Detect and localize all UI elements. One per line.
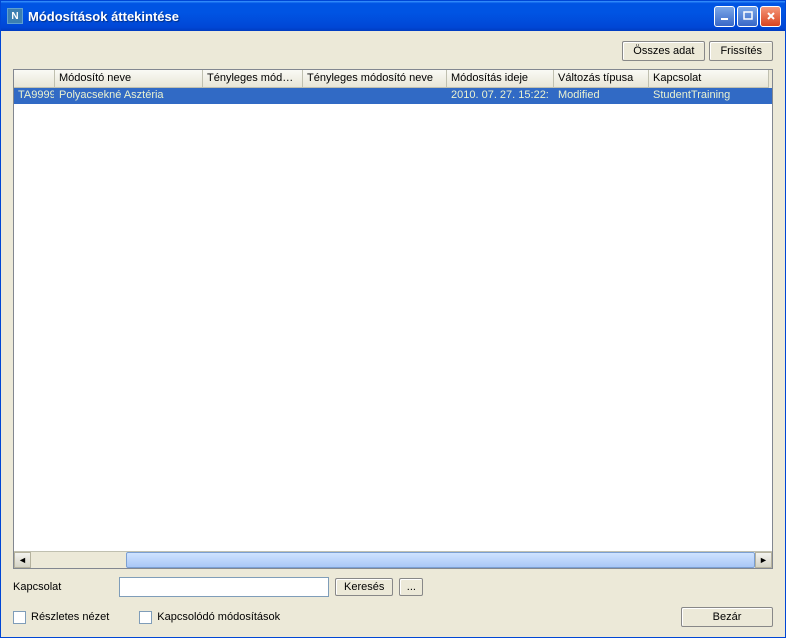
- scroll-thumb[interactable]: [126, 552, 755, 568]
- data-grid[interactable]: Módosító neve Tényleges módos... Tényleg…: [13, 69, 773, 569]
- all-data-button[interactable]: Összes adat: [622, 41, 705, 61]
- column-header-modifier-name[interactable]: Módosító neve: [55, 70, 203, 88]
- table-header-row: Módosító neve Tényleges módos... Tényleg…: [14, 70, 772, 88]
- cell-id: TA9999: [14, 88, 55, 104]
- window-close-button[interactable]: [760, 6, 781, 27]
- column-header-mod-time[interactable]: Módosítás ideje: [447, 70, 554, 88]
- cell-modifier-name: Polyacsekné Asztéria: [55, 88, 203, 104]
- scroll-right-button[interactable]: ►: [755, 552, 772, 568]
- minimize-button[interactable]: [714, 6, 735, 27]
- column-header-id[interactable]: [14, 70, 55, 88]
- search-label: Kapcsolat: [13, 581, 113, 593]
- scroll-left-button[interactable]: ◄: [14, 552, 31, 568]
- column-header-actual-modifier-name[interactable]: Tényleges módosító neve: [303, 70, 447, 88]
- checkbox-box: [13, 611, 26, 624]
- search-row: Kapcsolat Keresés ...: [13, 569, 773, 607]
- table-body: TA9999 Polyacsekné Asztéria 2010. 07. 27…: [14, 88, 772, 551]
- triangle-right-icon: ►: [759, 555, 768, 565]
- maximize-icon: [743, 11, 753, 21]
- horizontal-scrollbar[interactable]: ◄ ►: [14, 551, 772, 568]
- column-header-change-type[interactable]: Változás típusa: [554, 70, 649, 88]
- close-button[interactable]: Bezár: [681, 607, 773, 627]
- scroll-spacer: [31, 552, 126, 568]
- cell-relation: StudentTraining: [649, 88, 769, 104]
- client-area: Összes adat Frissítés Módosító neve Tény…: [1, 31, 785, 637]
- titlebar[interactable]: N Módosítások áttekintése: [1, 1, 785, 31]
- cell-change-type: Modified: [554, 88, 649, 104]
- close-icon: [766, 11, 776, 21]
- search-input[interactable]: [119, 577, 329, 597]
- scroll-track[interactable]: [31, 552, 755, 568]
- related-mods-label: Kapcsolódó módosítások: [157, 611, 280, 623]
- column-header-relation[interactable]: Kapcsolat: [649, 70, 769, 88]
- checkbox-box: [139, 611, 152, 624]
- bottom-row: Részletes nézet Kapcsolódó módosítások B…: [13, 607, 773, 627]
- maximize-button[interactable]: [737, 6, 758, 27]
- more-button[interactable]: ...: [399, 578, 423, 596]
- detailed-view-checkbox[interactable]: Részletes nézet: [13, 611, 109, 624]
- triangle-left-icon: ◄: [18, 555, 27, 565]
- cell-mod-time: 2010. 07. 27. 15:22:: [447, 88, 554, 104]
- related-mods-checkbox[interactable]: Kapcsolódó módosítások: [139, 611, 280, 624]
- cell-actual-modifier-name: [303, 88, 447, 104]
- top-toolbar: Összes adat Frissítés: [13, 37, 773, 69]
- cell-actual-mod: [203, 88, 303, 104]
- window-title: Módosítások áttekintése: [28, 9, 714, 24]
- search-button[interactable]: Keresés: [335, 578, 393, 596]
- app-icon: N: [7, 8, 23, 24]
- detailed-view-label: Részletes nézet: [31, 611, 109, 623]
- window-frame: N Módosítások áttekintése Összes adat Fr…: [0, 0, 786, 638]
- column-header-actual-mod[interactable]: Tényleges módos...: [203, 70, 303, 88]
- minimize-icon: [720, 11, 730, 21]
- refresh-button[interactable]: Frissítés: [709, 41, 773, 61]
- table-row[interactable]: TA9999 Polyacsekné Asztéria 2010. 07. 27…: [14, 88, 772, 104]
